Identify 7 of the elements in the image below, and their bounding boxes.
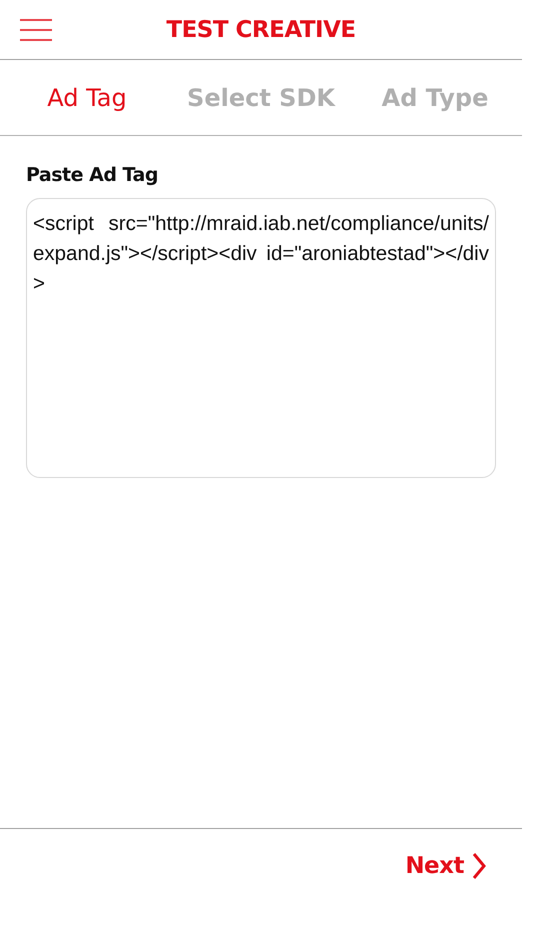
menu-icon[interactable]	[20, 18, 52, 40]
tab[interactable]: Ad Tag	[47, 80, 127, 116]
field-label: Paste Ad Tag	[26, 164, 159, 186]
chevron-right-icon	[472, 852, 486, 880]
screen-title: TEST CREATIVE	[166, 16, 356, 42]
next-button[interactable]: Next	[399, 851, 492, 881]
ad-tag-input[interactable]: <script src="http://mraid.iab.net/compliance/units/expand.js"></script><div id="aroniabtestad"></div>	[26, 198, 496, 478]
